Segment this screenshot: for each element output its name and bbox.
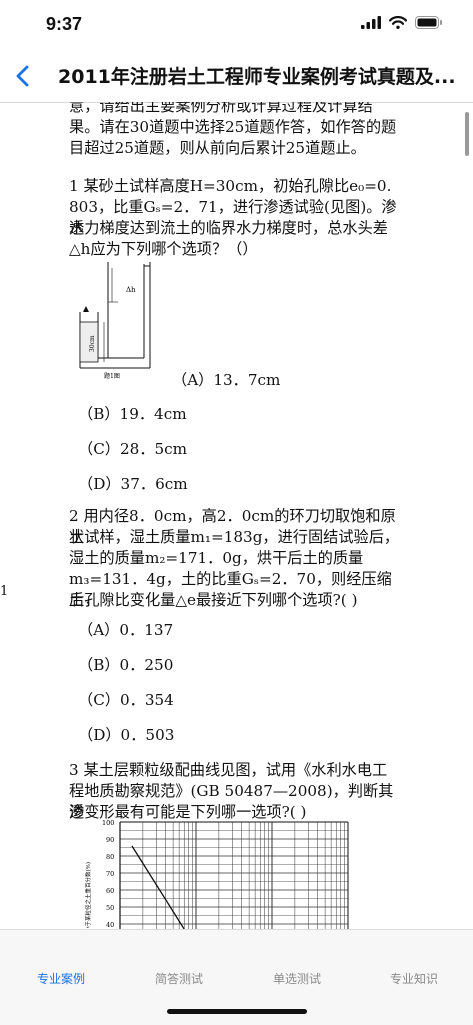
q2-line-5: 土孔隙比变化量△e最接近下列哪个选项?( ) — [69, 591, 358, 609]
status-bar: 9:37 — [0, 0, 473, 50]
q1-figure-height-label: 30cm — [89, 335, 96, 352]
q1-figure: Δh 30cm 题1图 — [79, 262, 151, 380]
q1-line-4: △h应为下列哪个选项？（） — [69, 240, 258, 258]
q1-option-d[interactable]: （D）37．6cm — [78, 472, 188, 494]
tab-professional-cases[interactable]: 专业案例 — [37, 970, 85, 987]
tab-single-choice-test[interactable]: 单选测试 — [273, 970, 321, 987]
q3-y-tick-90: 90 — [106, 836, 114, 844]
q3-y-tick-50: 50 — [106, 904, 114, 912]
q1-figure-delta-label: Δh — [126, 286, 136, 294]
q3-y-tick-80: 80 — [106, 853, 114, 861]
tab-professional-knowledge[interactable]: 专业知识 — [390, 970, 438, 987]
intro-line-1: 意，请给出主要案例分析或计算过程及计算结 — [69, 102, 373, 115]
q3-y-tick-40: 40 — [106, 921, 114, 929]
signal-icon — [361, 16, 381, 29]
side-number: 1 — [0, 584, 9, 599]
tab-short-answer-test[interactable]: 简答测试 — [155, 970, 203, 987]
q2-line-2: 土试样，湿土质量m₁=183g，进行固结试验后， — [69, 528, 400, 546]
q3-line-1: 3 某土层颗粒级配曲线见图，试用《水利水电工 — [69, 761, 388, 779]
status-time: 9:37 — [46, 14, 83, 34]
home-indicator — [167, 1009, 307, 1014]
back-chevron-icon[interactable] — [10, 62, 38, 90]
q3-figure-curve — [131, 845, 185, 929]
q2-option-c[interactable]: （C）0．354 — [78, 688, 174, 710]
intro-line-3: 目超过25道题，则从前向后累计25道题止。 — [69, 139, 366, 157]
q2-option-a[interactable]: （A）0．137 — [78, 618, 173, 640]
q1-figure-caption: 题1图 — [104, 373, 120, 380]
q3-figure: 100 90 80 70 60 50 40 小于某粒径之土重百分数(%) — [84, 819, 349, 929]
page-title: 2011年注册岩土工程师专业案例考试真题及... — [58, 66, 456, 88]
q1-option-a[interactable]: （A）13．7cm — [172, 368, 280, 390]
q2-option-d[interactable]: （D）0．503 — [78, 723, 174, 745]
q3-y-tick-100: 100 — [102, 819, 114, 827]
battery-icon — [415, 16, 442, 29]
q1-line-3: 水力梯度达到流土的临界水力梯度时，总水头差 — [69, 219, 388, 237]
wifi-icon — [389, 16, 407, 29]
navigation-bar: 2011年注册岩土工程师专业案例考试真题及... — [0, 50, 473, 103]
scrollbar[interactable] — [465, 112, 469, 156]
q1-figure-level-marker — [83, 306, 89, 312]
article-content[interactable]: 意，请给出主要案例分析或计算过程及计算结 果。请在30道题中选择25道题作答，如… — [0, 102, 473, 929]
q3-y-tick-70: 70 — [106, 870, 114, 878]
q1-option-b[interactable]: （B）19．4cm — [78, 402, 187, 424]
q2-option-b[interactable]: （B）0．250 — [78, 653, 173, 675]
q1-line-1: 1 某砂土试样高度H=30cm，初始孔隙比e₀=0. — [69, 177, 392, 195]
q3-figure-grid — [119, 821, 349, 929]
intro-line-2: 果。请在30道题中选择25道题作答，如作答的题 — [69, 118, 397, 136]
q3-y-axis-label: 小于某粒径之土重百分数(%) — [84, 862, 92, 929]
q1-option-c[interactable]: （C）28．5cm — [78, 437, 187, 459]
status-icons — [361, 16, 443, 29]
q2-line-3: 湿土的质量m₂=171．0g，烘干后土的质量 — [69, 549, 364, 567]
q3-y-tick-60: 60 — [106, 887, 114, 895]
